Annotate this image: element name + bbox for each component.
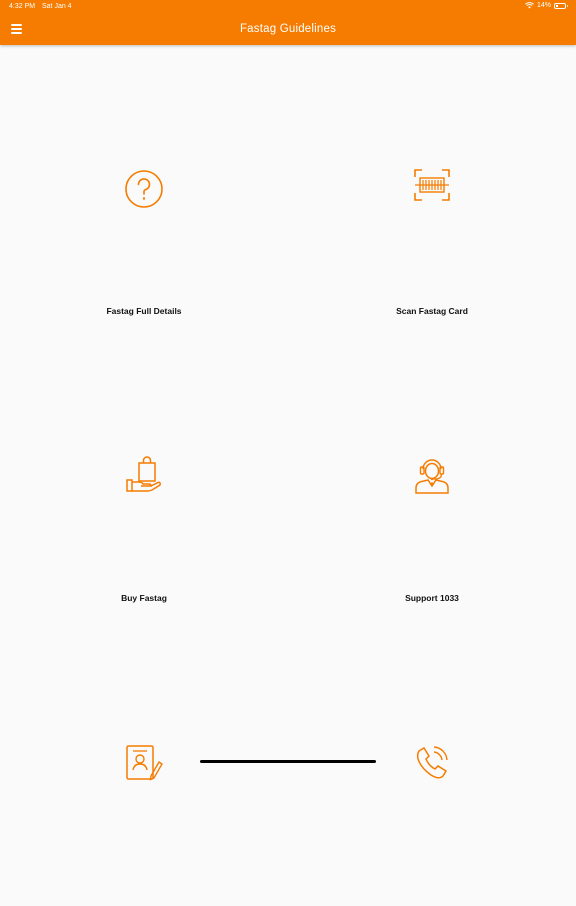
shopping-bag-hand-icon: [126, 456, 161, 492]
question-circle-icon: [125, 170, 163, 208]
tile-label: Support 1033: [405, 593, 459, 603]
document-profile-icon: [126, 745, 163, 781]
tile-label: Scan Fastag Card: [396, 306, 468, 316]
tile-support-1033[interactable]: Support 1033: [288, 332, 576, 619]
page-title: Fastag Guidelines: [239, 23, 337, 35]
status-time: 4:32 PM: [9, 3, 36, 10]
status-date: Sat Jan 4: [42, 3, 72, 10]
tile-buy-fastag[interactable]: Buy Fastag: [0, 332, 288, 619]
support-agent-icon: [415, 459, 449, 494]
tile-label: Fastag Full Details: [106, 306, 182, 316]
tile-label: Buy Fastag: [121, 593, 167, 603]
status-right: 14%: [525, 2, 568, 9]
tile-fastag-full-details[interactable]: Fastag Full Details: [0, 45, 288, 332]
wifi-icon: [525, 2, 534, 9]
battery-percent: 14%: [536, 2, 551, 9]
barcode-scan-icon: [414, 169, 450, 201]
status-bar: 4:32 PM Sat Jan 4 14%: [0, 0, 576, 14]
tile-scan-fastag-card[interactable]: Scan Fastag Card: [288, 45, 576, 332]
phone-call-icon: [416, 746, 448, 779]
battery-icon: [554, 2, 568, 9]
home-indicator: [200, 760, 376, 763]
